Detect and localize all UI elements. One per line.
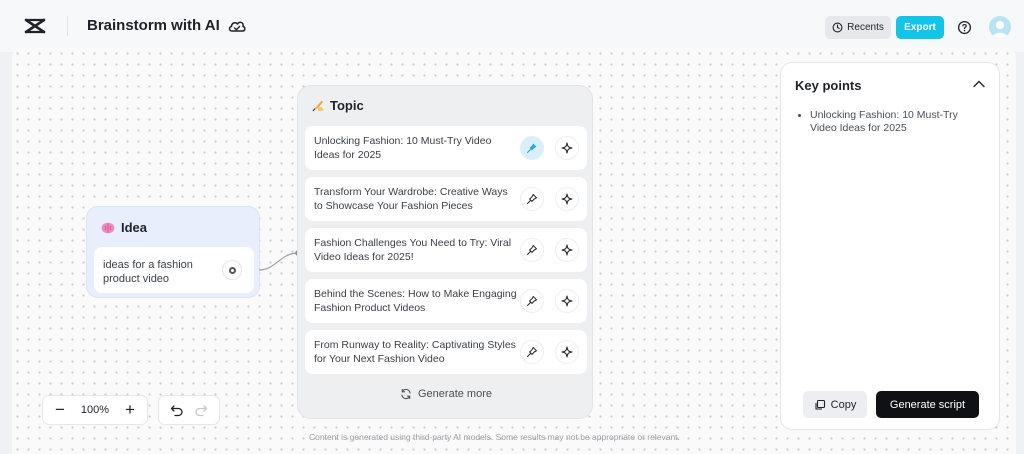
pin-button[interactable]: [520, 187, 544, 211]
generate-more-label: Generate more: [418, 388, 492, 400]
key-points-panel: Key points Unlocking Fashion: 10 Must-Tr…: [780, 62, 1000, 430]
cloud-sync-icon[interactable]: [227, 17, 247, 35]
header-divider: [67, 16, 68, 36]
expand-ai-button[interactable]: [555, 187, 579, 211]
pin-button[interactable]: [520, 340, 544, 364]
topic-item-text: From Runway to Reality: Captivating Styl…: [314, 339, 516, 365]
redo-icon[interactable]: [194, 403, 208, 417]
user-icon: [992, 21, 1008, 38]
undo-icon[interactable]: [170, 403, 184, 417]
pin-icon: [527, 194, 537, 204]
topic-item-text: Behind the Scenes: How to Make Engaging …: [314, 288, 517, 314]
chevron-up-icon[interactable]: [972, 79, 986, 89]
sparkle-icon: [561, 193, 573, 205]
ai-disclaimer: Content is generated using third-party A…: [309, 432, 680, 442]
pin-button[interactable]: [520, 238, 544, 262]
key-point-item: Unlocking Fashion: 10 Must-Try Video Ide…: [797, 109, 987, 135]
pin-icon: [527, 245, 537, 255]
topic-item[interactable]: Unlocking Fashion: 10 Must-Try Video Ide…: [305, 126, 587, 170]
topic-item-text: Fashion Challenges You Need to Try: Vira…: [314, 237, 512, 263]
sparkle-icon: [561, 244, 573, 256]
zoom-level: 100%: [80, 404, 110, 416]
topic-item-text: Transform Your Wardrobe: Creative Ways t…: [314, 186, 508, 212]
export-button[interactable]: Export: [896, 16, 944, 39]
expand-ai-button[interactable]: [555, 340, 579, 364]
copy-button[interactable]: Copy: [803, 391, 867, 418]
writing-hand-icon: [312, 100, 324, 112]
expand-ai-button[interactable]: [555, 238, 579, 262]
topic-item[interactable]: From Runway to Reality: Captivating Styl…: [305, 330, 587, 374]
history-controls: [158, 395, 220, 425]
recents-button[interactable]: Recents: [825, 16, 891, 39]
pin-icon: [526, 143, 537, 154]
topic-header: Topic: [312, 98, 364, 113]
topic-item-text: Unlocking Fashion: 10 Must-Try Video Ide…: [314, 135, 492, 161]
capcut-logo-icon[interactable]: [24, 16, 46, 36]
pin-icon: [527, 296, 537, 306]
idea-title: Idea: [121, 220, 148, 235]
pin-icon: [527, 347, 537, 357]
idea-input-box[interactable]: ideas for a fashion product video: [94, 247, 254, 293]
brain-icon: [101, 222, 115, 233]
page-title: Brainstorm with AI: [87, 17, 220, 34]
generate-script-button[interactable]: Generate script: [876, 391, 979, 418]
idea-select-radio[interactable]: [222, 260, 242, 280]
top-bar: Brainstorm with AI Recents Export: [0, 0, 1024, 52]
clock-icon: [832, 22, 843, 33]
sparkle-icon: [561, 295, 573, 307]
pin-button[interactable]: [520, 136, 544, 160]
sparkle-icon: [561, 142, 573, 154]
expand-ai-button[interactable]: [555, 136, 579, 160]
topic-title: Topic: [330, 98, 364, 113]
avatar[interactable]: [989, 16, 1011, 38]
copy-icon: [815, 399, 825, 410]
copy-label: Copy: [830, 398, 857, 411]
generate-more-button[interactable]: Generate more: [298, 388, 594, 400]
topic-item[interactable]: Transform Your Wardrobe: Creative Ways t…: [305, 177, 587, 221]
idea-header: Idea: [101, 220, 147, 235]
idea-text[interactable]: ideas for a fashion product video: [103, 258, 213, 286]
topic-item[interactable]: Behind the Scenes: How to Make Engaging …: [305, 279, 587, 323]
help-icon[interactable]: [957, 20, 972, 35]
expand-ai-button[interactable]: [555, 289, 579, 313]
refresh-icon: [401, 388, 411, 400]
key-points-list: Unlocking Fashion: 10 Must-Try Video Ide…: [797, 109, 987, 135]
recents-label: Recents: [847, 22, 884, 33]
sparkle-icon: [561, 346, 573, 358]
key-points-title: Key points: [795, 78, 862, 93]
pin-button[interactable]: [520, 289, 544, 313]
topic-node[interactable]: Topic Unlocking Fashion: 10 Must-Try Vid…: [297, 85, 593, 419]
topic-item[interactable]: Fashion Challenges You Need to Try: Vira…: [305, 228, 587, 272]
zoom-out-button[interactable]: −: [53, 400, 67, 419]
idea-node[interactable]: Idea ideas for a fashion product video: [86, 206, 260, 298]
zoom-in-button[interactable]: +: [123, 400, 137, 419]
zoom-controls: − 100% +: [42, 395, 148, 425]
